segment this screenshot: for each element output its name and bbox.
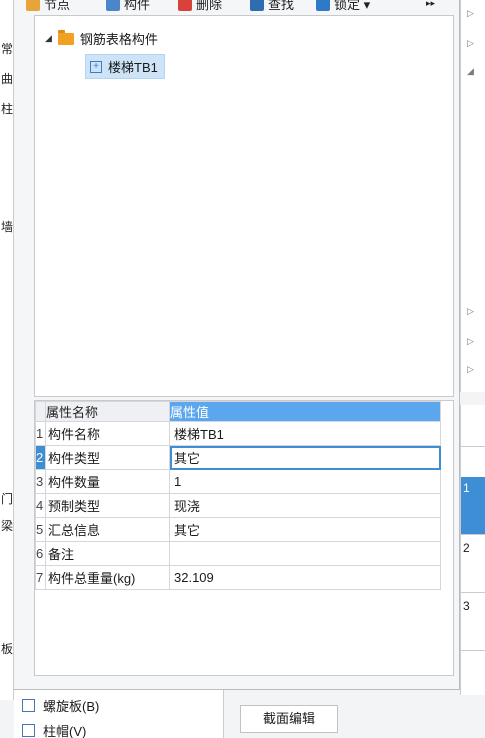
property-name: 构件类型: [45, 445, 170, 470]
grid-header: [461, 417, 485, 447]
column-cap-icon: [22, 723, 35, 737]
row-index: 6: [35, 541, 46, 566]
expand-arrow-icon[interactable]: ▷: [467, 306, 474, 317]
background-right-panel: ▷ ▷ ◢ ▷ ▷ ▷: [460, 0, 485, 392]
component-icon: [106, 0, 120, 11]
expand-arrow-icon[interactable]: ▷: [467, 336, 474, 347]
property-row[interactable]: 7 构件总重量(kg) 32.109: [35, 565, 441, 590]
section-edit-button[interactable]: 截面编辑: [240, 705, 338, 733]
toolbar-delete-button[interactable]: 删除: [178, 0, 222, 13]
property-value[interactable]: 1: [169, 469, 441, 494]
expand-arrow-icon[interactable]: ▷: [467, 8, 474, 19]
toolbar-label: 节点: [44, 0, 71, 12]
grid-row-number[interactable]: 3: [461, 595, 485, 651]
node-icon: [26, 0, 40, 11]
toolbar-label: 删除: [196, 0, 223, 12]
property-row[interactable]: 5 汇总信息 其它: [35, 517, 441, 542]
property-name: 构件名称: [45, 421, 170, 446]
toolbar-overflow-button[interactable]: ▸▸: [426, 0, 435, 9]
list-item[interactable]: 螺旋板(B): [22, 696, 99, 715]
property-value[interactable]: 其它: [169, 517, 441, 542]
tree-root-node[interactable]: ◢ 钢筋表格构件: [45, 29, 158, 48]
background-right-grid: 1 2 3: [460, 405, 485, 695]
row-index: 4: [35, 493, 46, 518]
property-name-header: 属性名称: [45, 401, 170, 422]
component-node-icon: +: [90, 60, 102, 73]
sidebar-char: 曲: [1, 72, 14, 86]
toolbar-find-button[interactable]: 查找: [250, 0, 294, 13]
binoculars-icon: [250, 0, 264, 11]
sidebar-char: 常: [1, 42, 14, 56]
expand-arrow-icon[interactable]: ▷: [467, 364, 474, 375]
row-index-header: [35, 401, 46, 422]
property-grid: 属性名称 属性值 1 构件名称 楼梯TB1 2 构件类型 其它 3 构件数量 1…: [34, 400, 454, 676]
component-tree: ◢ 钢筋表格构件 + 楼梯TB1: [34, 15, 454, 397]
toolbar-lock-button[interactable]: 锁定 ▾: [316, 0, 370, 13]
toolbar-label: 构件: [124, 0, 151, 12]
sidebar-char: 柱: [1, 102, 14, 116]
row-index: 1: [35, 421, 46, 446]
property-value-editing[interactable]: 其它: [169, 445, 441, 470]
background-sidebar: 常 曲 柱 墙 门 梁 板: [0, 0, 14, 700]
toolbar-label: 锁定 ▾: [334, 0, 371, 12]
tree-item-stair[interactable]: + 楼梯TB1: [85, 54, 165, 79]
property-name: 备注: [45, 541, 170, 566]
spiral-slab-icon: [22, 699, 35, 712]
list-item-label: 螺旋板(B): [43, 699, 100, 714]
property-name: 构件总重量(kg): [45, 565, 170, 590]
property-row[interactable]: 1 构件名称 楼梯TB1: [35, 421, 441, 446]
property-row[interactable]: 6 备注: [35, 541, 441, 566]
sidebar-char: 板: [1, 642, 14, 656]
property-row[interactable]: 2 构件类型 其它: [35, 445, 441, 470]
grid-row-number[interactable]: 1: [461, 477, 485, 535]
row-index: 5: [35, 517, 46, 542]
tree-root-label: 钢筋表格构件: [79, 32, 158, 47]
toolbar-node-button[interactable]: 节点: [26, 0, 70, 13]
row-index: 7: [35, 565, 46, 590]
property-name: 汇总信息: [45, 517, 170, 542]
toolbar-label: 查找: [268, 0, 295, 12]
collapse-caret-icon[interactable]: ◢: [45, 33, 52, 44]
property-value-header: 属性值: [169, 401, 441, 422]
row-index: 2: [35, 445, 46, 470]
sidebar-char: 门: [1, 492, 14, 506]
property-name: 构件数量: [45, 469, 170, 494]
property-value[interactable]: 32.109: [169, 565, 441, 590]
property-name: 预制类型: [45, 493, 170, 518]
collapse-arrow-icon[interactable]: ◢: [467, 66, 474, 77]
sidebar-char: 墙: [1, 220, 14, 234]
component-dialog: 节点 构件 删除 查找 锁定 ▾ ▸▸ ◢ 钢筋表格构件 + 楼梯TB1 属性名…: [14, 0, 460, 690]
row-index: 3: [35, 469, 46, 494]
sidebar-char: 梁: [1, 519, 14, 533]
expand-arrow-icon[interactable]: ▷: [467, 38, 474, 49]
grid-row-number[interactable]: 2: [461, 537, 485, 593]
toolbar: 节点 构件 删除 查找 锁定 ▾ ▸▸: [14, 0, 460, 14]
background-component-list: 螺旋板(B) 柱帽(V): [14, 690, 224, 738]
property-row[interactable]: 3 构件数量 1: [35, 469, 441, 494]
delete-icon: [178, 0, 192, 11]
list-item[interactable]: 柱帽(V): [22, 722, 86, 738]
tree-item-label: 楼梯TB1: [108, 60, 158, 75]
property-value[interactable]: 楼梯TB1: [169, 421, 441, 446]
lock-icon: [316, 0, 330, 11]
toolbar-component-button[interactable]: 构件: [106, 0, 150, 13]
property-value[interactable]: 现浇: [169, 493, 441, 518]
property-header-row: 属性名称 属性值: [35, 401, 441, 422]
folder-icon: [57, 29, 74, 45]
property-row[interactable]: 4 预制类型 现浇: [35, 493, 441, 518]
list-item-label: 柱帽(V): [43, 723, 87, 738]
property-value[interactable]: [169, 541, 441, 566]
